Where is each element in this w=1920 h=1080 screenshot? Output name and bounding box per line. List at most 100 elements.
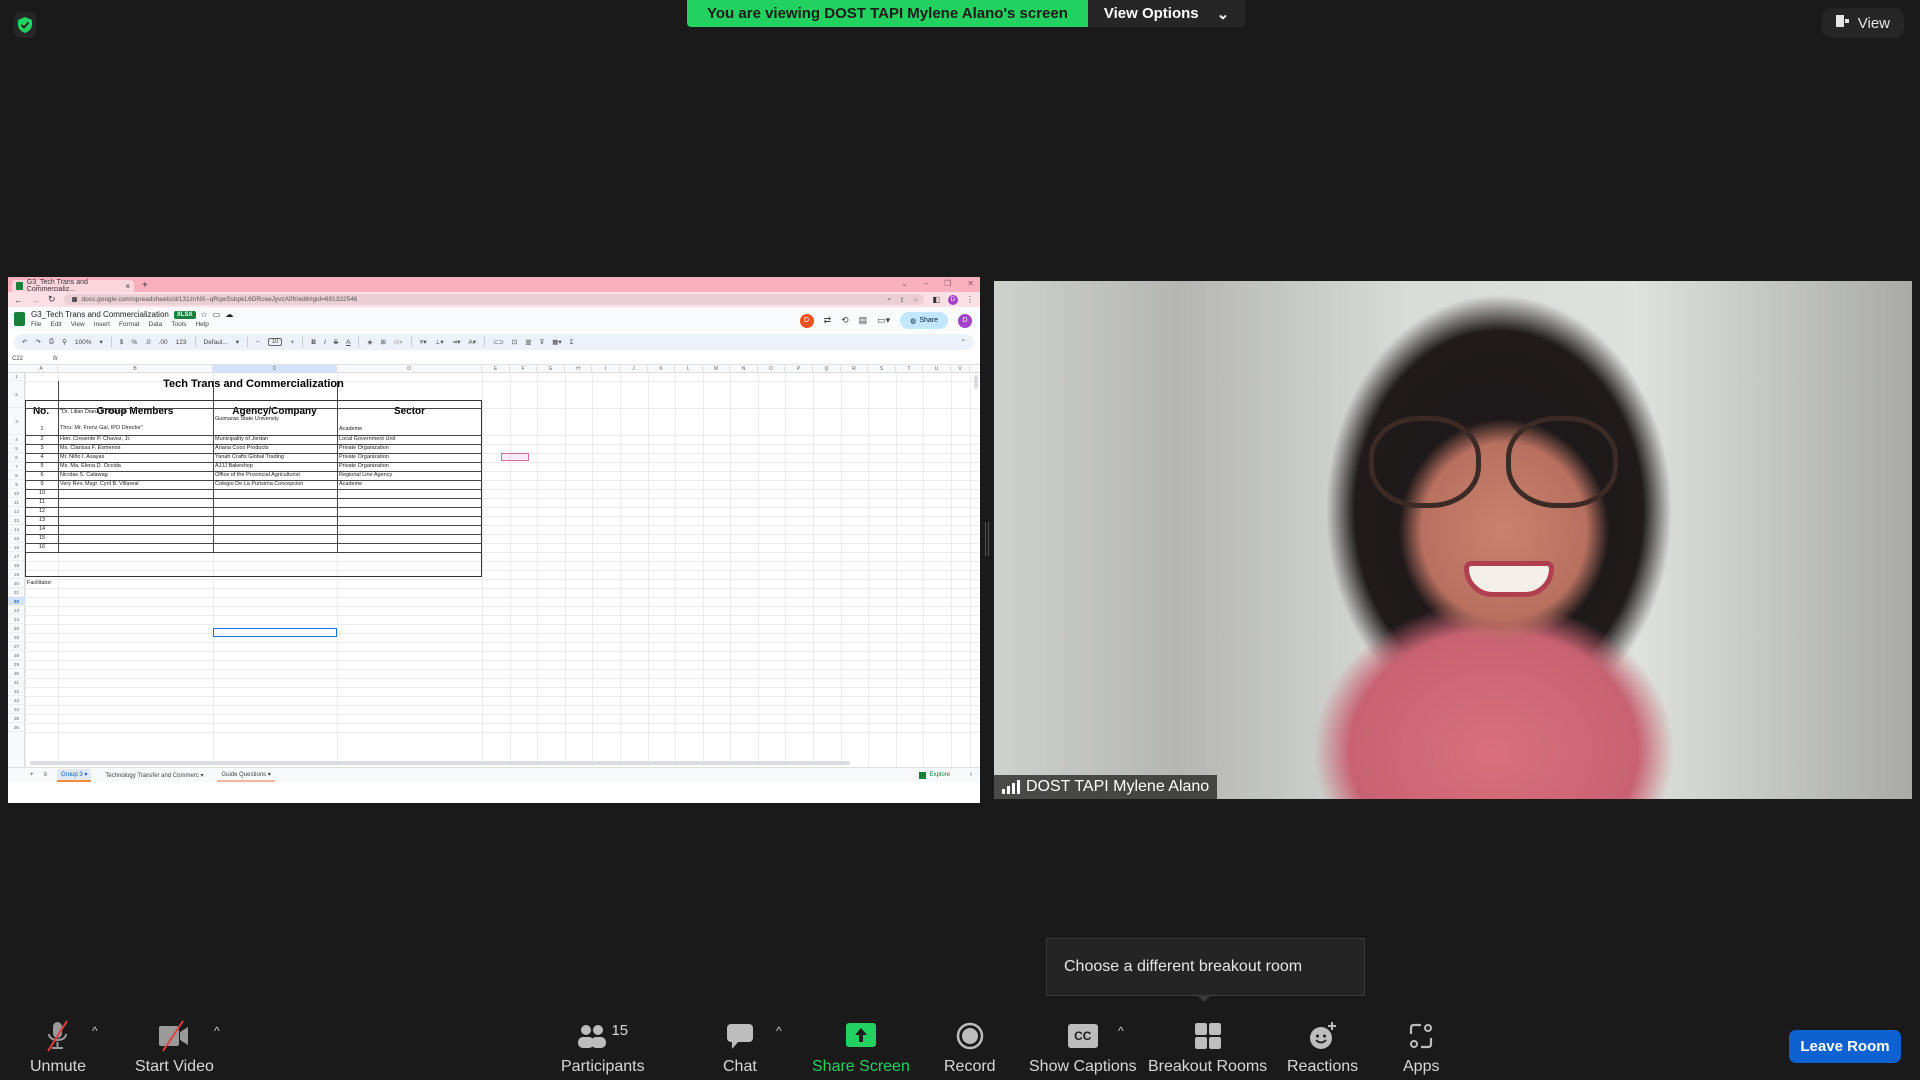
facilitator-label[interactable]: Facilitator: <box>27 580 52 586</box>
font-size-increase[interactable]: + <box>290 339 294 346</box>
sheets-logo-icon[interactable] <box>14 312 25 326</box>
member-cell[interactable]: Hon. Cresente P. Chavez, Jr. <box>60 436 212 442</box>
star-icon[interactable]: ☆ <box>201 310 208 319</box>
number-format-button[interactable]: 123 <box>176 339 187 346</box>
menu-view[interactable]: View <box>71 321 85 328</box>
italic-button[interactable]: I <box>324 339 326 346</box>
row-header[interactable]: 20 <box>8 579 25 588</box>
menu-tools[interactable]: Tools <box>171 321 186 328</box>
menu-help[interactable]: Help <box>195 321 208 328</box>
table-title[interactable]: Tech Trans and Commercialization <box>25 378 482 394</box>
unmute-button[interactable]: Unmute <box>30 1020 86 1076</box>
align-vertical-icon[interactable]: ⊥▾ <box>435 338 444 346</box>
shared-screen[interactable]: G3_Tech Trans and Commercializ... × + ⌄ … <box>8 277 980 803</box>
column-header[interactable]: B <box>58 365 213 373</box>
row-header[interactable]: 11 <box>8 498 25 507</box>
column-header[interactable]: M <box>703 365 730 373</box>
start-video-button[interactable]: Start Video <box>135 1020 214 1076</box>
comments-icon[interactable]: ▤ <box>859 315 868 326</box>
number-cell[interactable]: 13 <box>27 517 57 523</box>
row-header[interactable]: 6 <box>8 453 25 462</box>
name-box[interactable]: C22 <box>12 356 23 362</box>
row-header[interactable]: 34 <box>8 705 25 714</box>
apps-button[interactable]: Apps <box>1403 1020 1439 1076</box>
sector-cell[interactable]: Private Organization <box>339 445 481 451</box>
font-select[interactable]: Defaul... <box>204 339 228 346</box>
column-header[interactable]: L <box>675 365 703 373</box>
sheet-tab-group-3[interactable]: Group 3 ▾ <box>57 768 92 782</box>
sector-cell[interactable]: Regional Line Agency <box>339 472 481 478</box>
number-cell[interactable]: 9 <box>27 481 57 487</box>
reload-icon[interactable]: ↻ <box>48 294 56 305</box>
column-header[interactable]: F <box>510 365 537 373</box>
column-header[interactable]: U <box>923 365 951 373</box>
split-view-handle[interactable] <box>985 522 989 556</box>
percent-button[interactable]: % <box>131 339 137 346</box>
merge-cells-icon[interactable]: ⊟▾ <box>394 338 403 346</box>
number-cell[interactable]: 10 <box>27 490 57 496</box>
zoom-icon[interactable]: ⌕ <box>888 296 892 304</box>
view-button[interactable]: View <box>1821 8 1904 38</box>
functions-button[interactable]: Σ <box>570 339 574 346</box>
menu-file[interactable]: File <box>31 321 41 328</box>
share-button[interactable]: ◍ Share <box>900 312 948 329</box>
breakout-rooms-button[interactable]: Breakout Rooms <box>1148 1020 1267 1076</box>
member-cell[interactable]: Very Rev. Msgr. Cyril B. Villareal <box>60 481 212 487</box>
row-header[interactable]: 21 <box>8 588 25 597</box>
row-header[interactable]: 8 <box>8 471 25 480</box>
number-cell[interactable]: 12 <box>27 508 57 514</box>
document-title[interactable]: G3_Tech Trans and Commercialization <box>31 310 169 319</box>
row-header[interactable]: 13 <box>8 516 25 525</box>
row-header[interactable]: 17 <box>8 552 25 561</box>
horizontal-scrollbar[interactable] <box>30 761 850 765</box>
column-header[interactable]: H <box>565 365 592 373</box>
sheet-tab-tech-transfer[interactable]: Technology Transfer and Commerc ▾ <box>101 770 207 781</box>
borders-icon[interactable]: ⊞ <box>380 338 385 346</box>
text-wrap-icon[interactable]: ⇥▾ <box>452 338 461 346</box>
row-header[interactable]: 30 <box>8 669 25 678</box>
font-size-input[interactable]: 10 <box>267 338 283 346</box>
member-cell[interactable]: Mr. Niño I. Asayas <box>60 454 212 460</box>
member-cell[interactable]: Nicolas S. Calawag <box>60 472 212 478</box>
row-header[interactable]: 5 <box>8 444 25 453</box>
move-folder-icon[interactable]: ▭ <box>213 310 221 319</box>
chat-options-caret-icon[interactable]: ^ <box>776 1024 782 1038</box>
vertical-scrollbar[interactable] <box>974 375 978 389</box>
tab-search-icon[interactable]: ⌄ <box>901 279 908 288</box>
column-header[interactable]: K <box>648 365 675 373</box>
version-history-icon[interactable]: ⟲ <box>841 315 849 326</box>
row-header[interactable]: 7 <box>8 462 25 471</box>
user-avatar[interactable]: D <box>958 313 972 328</box>
row-header[interactable]: 33 <box>8 696 25 705</box>
row-header[interactable]: 14 <box>8 525 25 534</box>
meet-icon[interactable]: ▭▾ <box>877 315 890 326</box>
row-header[interactable]: 15 <box>8 534 25 543</box>
reactions-button[interactable]: Reactions <box>1287 1020 1358 1076</box>
column-header[interactable]: I <box>592 365 620 373</box>
column-header[interactable]: J <box>620 365 648 373</box>
row-header[interactable]: 29 <box>8 660 25 669</box>
agency-cell[interactable]: Colegio De La Purisima Concepcion <box>215 481 336 487</box>
row-header[interactable]: 10 <box>8 489 25 498</box>
insert-link-icon[interactable]: ⊂⊃ <box>493 338 504 346</box>
filter-views-icon[interactable]: ▦▾ <box>552 338 561 346</box>
text-rotate-icon[interactable]: A▾ <box>468 338 476 346</box>
url-bar[interactable]: docs.google.com/spreadsheets/d/131znNX--… <box>63 294 925 305</box>
agency-cell[interactable]: Ariana Coco Products <box>215 445 336 451</box>
align-horizontal-icon[interactable]: ≡▾ <box>420 338 427 346</box>
strikethrough-button[interactable]: S <box>334 339 338 346</box>
row-header[interactable]: 19 <box>8 570 25 579</box>
menu-format[interactable]: Format <box>119 321 140 328</box>
row-header[interactable]: 3 <box>8 408 25 435</box>
row-header[interactable]: 2 <box>8 381 25 408</box>
paint-format-icon[interactable]: ⚲ <box>62 338 67 346</box>
filter-icon[interactable]: ⊽ <box>539 338 544 346</box>
sheet-tab-guide-questions[interactable]: Guide Questions ▾ <box>217 769 275 782</box>
number-cell[interactable]: 14 <box>27 526 57 532</box>
explore-button[interactable]: Explore <box>918 771 950 779</box>
new-tab-icon[interactable]: + <box>142 280 148 292</box>
undo-icon[interactable]: ↶ <box>22 338 27 346</box>
agency-cell[interactable]: Yanah Crafts Global Trading <box>215 454 336 460</box>
collapse-menu-icon[interactable]: ⌃ <box>961 338 966 346</box>
menu-insert[interactable]: Insert <box>94 321 110 328</box>
